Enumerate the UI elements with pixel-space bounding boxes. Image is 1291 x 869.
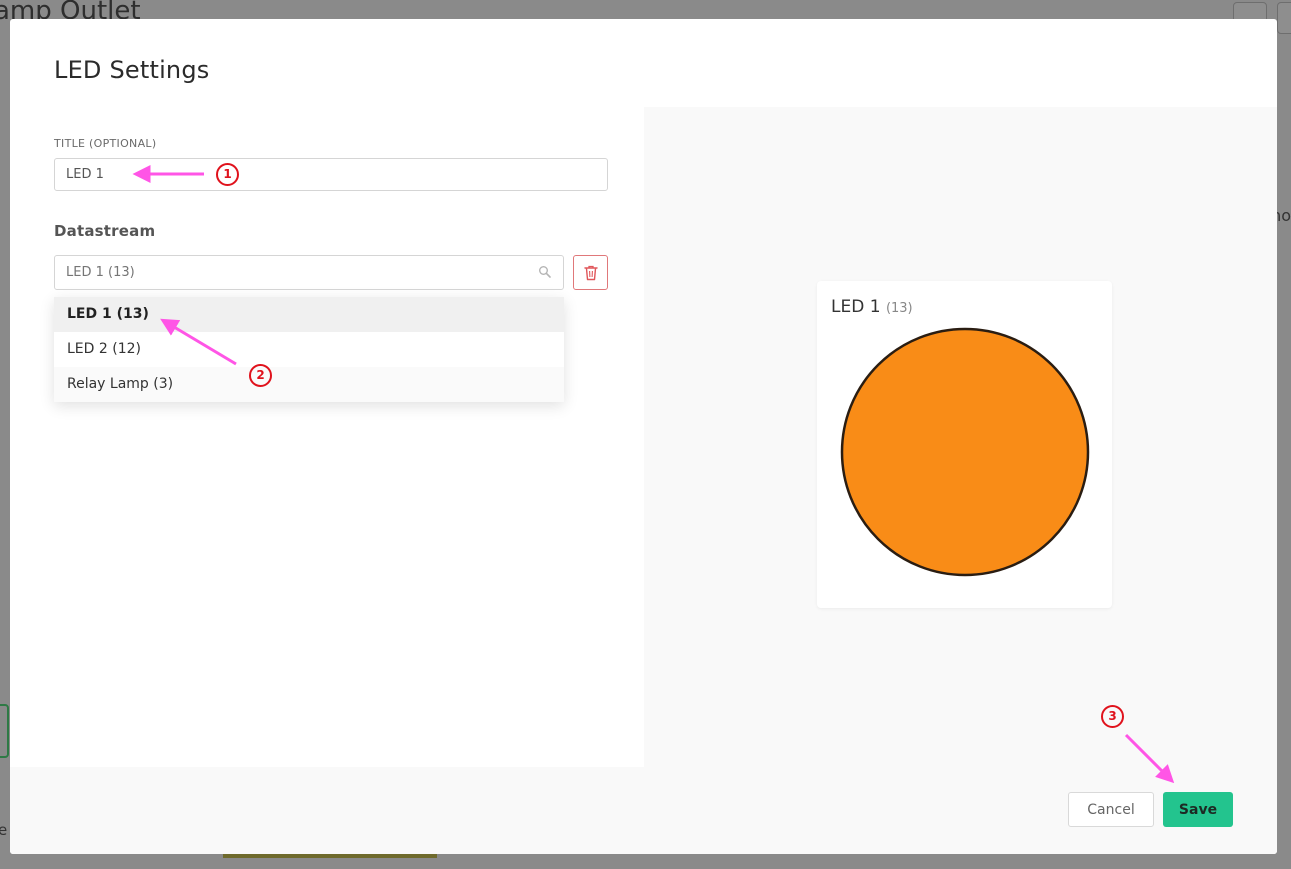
title-input[interactable]	[54, 158, 608, 191]
search-icon	[539, 266, 551, 278]
cancel-button[interactable]: Cancel	[1068, 792, 1154, 827]
save-button[interactable]: Save	[1163, 792, 1233, 827]
annotation-number-1: 1	[216, 163, 239, 186]
title-field-label: TITLE (OPTIONAL)	[54, 137, 157, 150]
background-green-outline	[0, 704, 9, 758]
trash-icon	[583, 265, 598, 280]
led-circle	[840, 327, 1090, 577]
widget-title-text: LED 1	[831, 297, 881, 317]
led-indicator	[840, 327, 1090, 577]
background-toolbar-button	[1277, 2, 1291, 34]
datastream-label: Datastream	[54, 222, 156, 240]
widget-title: LED 1 (13)	[831, 297, 913, 317]
datastream-dropdown: LED 1 (13) LED 2 (12) Relay Lamp (3)	[54, 297, 564, 402]
datastream-select-input[interactable]	[54, 255, 564, 290]
annotation-number-2: 2	[249, 364, 272, 387]
modal-footer	[10, 767, 644, 854]
widget-pin: (13)	[885, 301, 913, 316]
settings-pane	[10, 107, 644, 767]
led-widget-preview: LED 1 (13)	[817, 281, 1112, 608]
delete-datastream-button[interactable]	[573, 255, 608, 290]
dropdown-option-led-1[interactable]: LED 1 (13)	[54, 297, 564, 332]
dropdown-option-led-2[interactable]: LED 2 (12)	[54, 332, 564, 367]
dropdown-option-relay-lamp[interactable]: Relay Lamp (3)	[54, 367, 564, 402]
background-yellow-bar	[223, 854, 437, 858]
annotation-number-3: 3	[1101, 705, 1124, 728]
led-settings-modal: LED Settings TITLE (OPTIONAL) Datastream…	[10, 19, 1277, 854]
modal-title: LED Settings	[54, 56, 210, 84]
background-edge-text: e	[0, 821, 8, 839]
